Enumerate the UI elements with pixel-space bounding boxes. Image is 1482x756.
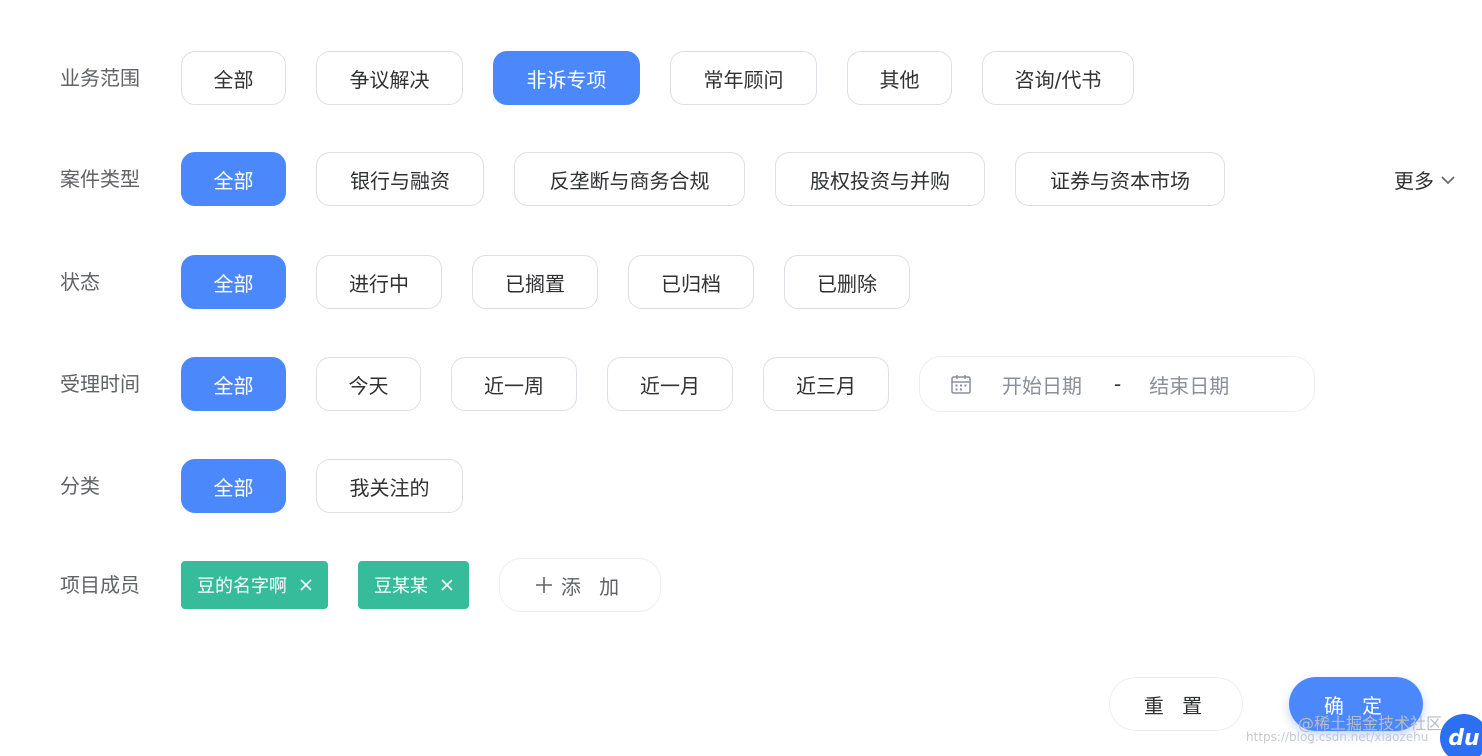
option-last-week[interactable]: 近一周: [451, 357, 577, 411]
option-other[interactable]: 其他: [847, 51, 952, 105]
add-member-label: 添 加: [560, 574, 626, 599]
reset-button[interactable]: 重 置: [1109, 677, 1243, 731]
filter-row-members: 项目成员 豆的名字啊 豆某某 添 加: [0, 558, 1482, 612]
option-all[interactable]: 全部: [181, 459, 286, 513]
option-group: 全部 今天 近一周 近一月 近三月 开始日期 - 结束日期: [181, 356, 1315, 412]
option-group: 全部 争议解决 非诉专项 常年顾问 其他 咨询/代书: [181, 51, 1134, 105]
close-icon[interactable]: [440, 578, 454, 592]
date-range-picker[interactable]: 开始日期 - 结束日期: [919, 356, 1315, 412]
plus-icon: [535, 577, 552, 593]
more-label: 更多: [1394, 169, 1434, 193]
option-all[interactable]: 全部: [181, 152, 286, 206]
option-all[interactable]: 全部: [181, 255, 286, 309]
option-shelved[interactable]: 已搁置: [472, 255, 598, 309]
watermark-text: @稀土掘金技术社区: [1298, 714, 1443, 733]
option-banking-finance[interactable]: 银行与融资: [316, 152, 484, 206]
option-today[interactable]: 今天: [316, 357, 421, 411]
option-group: 全部 银行与融资 反垄断与商务合规 股权投资与并购 证券与资本市场: [181, 152, 1225, 206]
option-in-progress[interactable]: 进行中: [316, 255, 442, 309]
option-perennial-advisor[interactable]: 常年顾问: [670, 51, 817, 105]
filter-label: 项目成员: [60, 573, 140, 597]
option-consult-draft[interactable]: 咨询/代书: [982, 51, 1134, 105]
filter-label: 状态: [60, 270, 100, 294]
date-separator: -: [1114, 372, 1122, 396]
option-my-followed[interactable]: 我关注的: [316, 459, 463, 513]
option-antitrust-compliance[interactable]: 反垄断与商务合规: [514, 152, 745, 206]
filter-row-business-scope: 业务范围 全部 争议解决 非诉专项 常年顾问 其他 咨询/代书: [0, 51, 1482, 105]
option-non-litigation[interactable]: 非诉专项: [493, 51, 640, 105]
member-tag-group: 豆的名字啊 豆某某 添 加: [181, 558, 661, 612]
du-badge: du: [1440, 714, 1482, 756]
member-tag: 豆某某: [358, 561, 469, 609]
option-securities-capital[interactable]: 证券与资本市场: [1015, 152, 1225, 206]
option-dispute-resolution[interactable]: 争议解决: [316, 51, 463, 105]
start-date-input[interactable]: 开始日期: [1002, 370, 1082, 399]
more-toggle[interactable]: 更多: [1394, 165, 1456, 194]
end-date-input[interactable]: 结束日期: [1149, 370, 1229, 399]
option-last-three-months[interactable]: 近三月: [763, 357, 889, 411]
filter-row-accept-time: 受理时间 全部 今天 近一周 近一月 近三月 开始日期 - 结束日期: [0, 356, 1482, 412]
filter-row-case-type: 案件类型 全部 银行与融资 反垄断与商务合规 股权投资与并购 证券与资本市场 更…: [0, 152, 1482, 206]
option-all[interactable]: 全部: [181, 357, 286, 411]
filter-label: 分类: [60, 474, 100, 498]
filter-label: 案件类型: [60, 167, 140, 191]
close-icon[interactable]: [299, 578, 313, 592]
option-all[interactable]: 全部: [181, 51, 286, 105]
member-tag-label: 豆的名字啊: [197, 576, 287, 597]
option-last-month[interactable]: 近一月: [607, 357, 733, 411]
calendar-icon: [951, 375, 971, 394]
member-tag-label: 豆某某: [374, 576, 428, 597]
option-deleted[interactable]: 已删除: [784, 255, 910, 309]
option-archived[interactable]: 已归档: [628, 255, 754, 309]
option-equity-ma[interactable]: 股权投资与并购: [775, 152, 985, 206]
add-member-button[interactable]: 添 加: [499, 558, 661, 612]
filter-row-status: 状态 全部 进行中 已搁置 已归档 已删除: [0, 255, 1482, 309]
member-tag: 豆的名字啊: [181, 561, 328, 609]
filter-label: 业务范围: [60, 66, 140, 90]
filter-row-category: 分类 全部 我关注的: [0, 459, 1482, 513]
chevron-down-icon: [1441, 175, 1455, 184]
option-group: 全部 我关注的: [181, 459, 463, 513]
filter-panel: 业务范围 全部 争议解决 非诉专项 常年顾问 其他 咨询/代书 案件类型 全部 …: [0, 0, 1482, 756]
filter-label: 受理时间: [60, 372, 140, 396]
option-group: 全部 进行中 已搁置 已归档 已删除: [181, 255, 910, 309]
